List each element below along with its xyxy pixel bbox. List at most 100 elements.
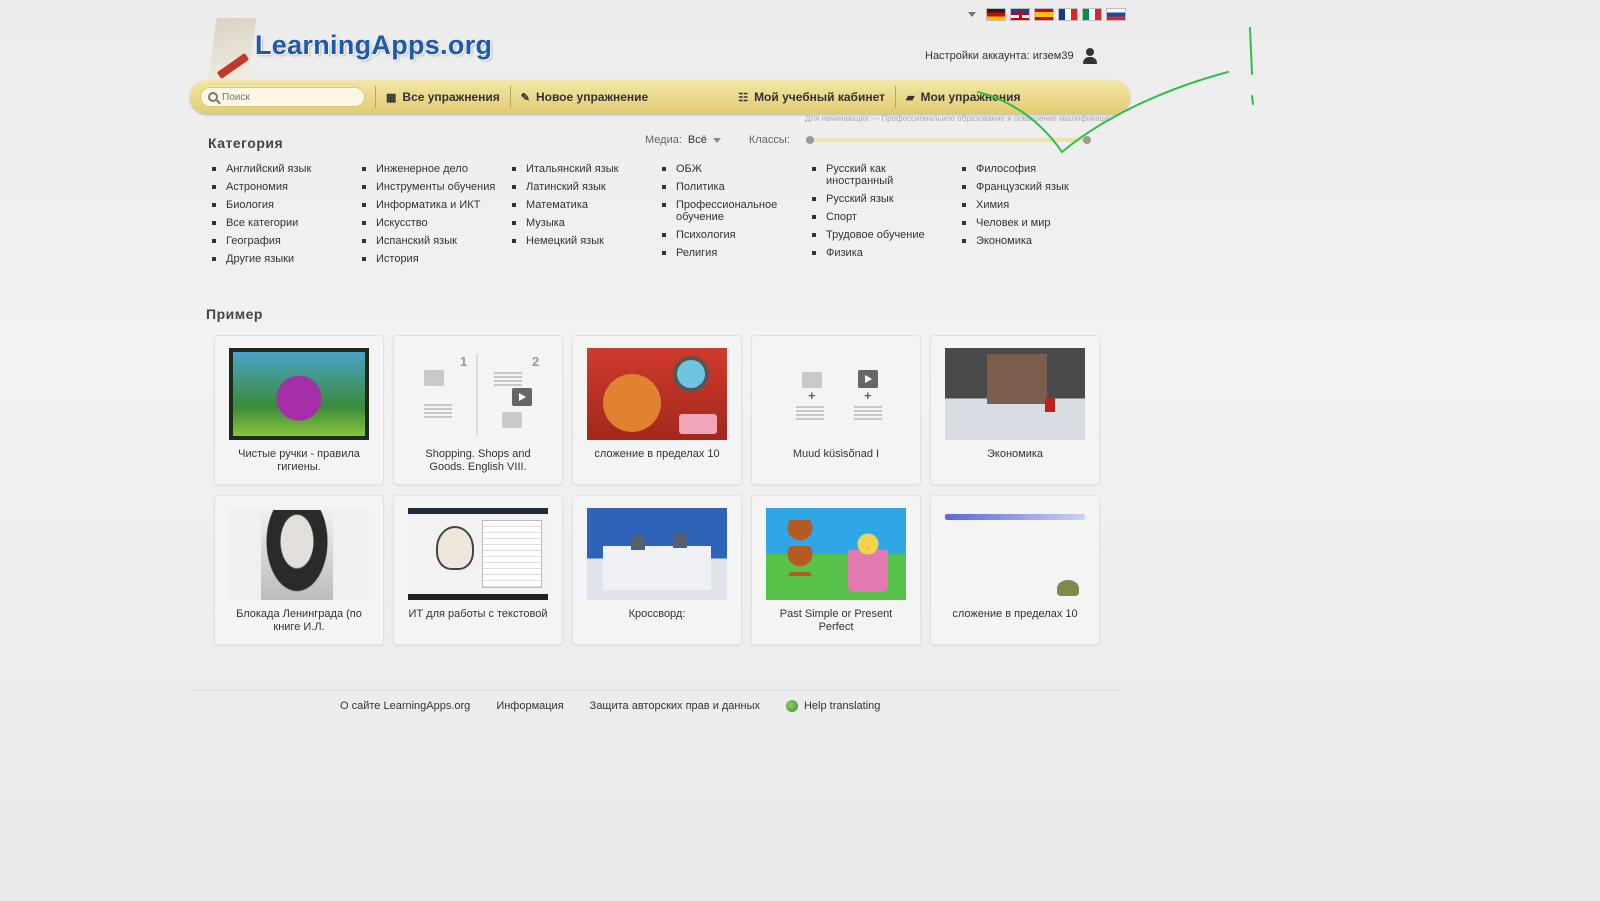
example-card[interactable]: сложение в пределах 10 [930, 495, 1100, 645]
example-card[interactable]: + + Muud küsisõnad I [751, 335, 921, 485]
example-title: ИТ для работы с текстовой [408, 608, 548, 620]
example-card[interactable]: 1 2 Shopping. Shops and Goods. English V… [393, 335, 563, 485]
example-card[interactable]: Чистые ручки - правила гигиены. [214, 335, 384, 485]
category-item[interactable]: География [210, 235, 350, 247]
category-item[interactable]: Биология [210, 199, 350, 211]
footer-help-translating[interactable]: Help translating [785, 700, 881, 713]
category-item[interactable]: Математика [510, 199, 650, 211]
example-card[interactable]: Кроссворд: [572, 495, 742, 645]
footer-about-link[interactable]: О сайте LearningApps.org [340, 700, 470, 712]
search-box[interactable] [200, 87, 365, 107]
category-item[interactable]: Искусство [360, 217, 500, 229]
example-card[interactable]: Блокада Ленинграда (по книге И.Л. [214, 495, 384, 645]
category-column: ОБЖ Политика Профессиональное обучение П… [660, 163, 810, 271]
example-thumbnail [945, 508, 1085, 600]
user-icon[interactable] [1082, 48, 1098, 64]
grades-slider[interactable] [805, 136, 1091, 144]
category-item[interactable]: Музыка [510, 217, 650, 229]
category-item[interactable]: Французский язык [960, 181, 1100, 193]
site-logo[interactable]: LearningApps.org [200, 18, 500, 88]
media-filter-value[interactable]: Всё [688, 134, 707, 146]
flag-fr-icon[interactable] [1058, 8, 1078, 21]
category-item[interactable]: Инженерное дело [360, 163, 500, 175]
nav-my-classroom[interactable]: ☷ Мой учебный кабинет [738, 90, 885, 104]
category-item[interactable]: Трудовое обучение [810, 229, 950, 241]
media-filter-label: Медиа: [645, 134, 682, 146]
nav-my-exercises[interactable]: ▰ Мои упражнения [906, 90, 1021, 104]
list-icon: ☷ [738, 91, 749, 104]
category-item[interactable]: Химия [960, 199, 1100, 211]
image-placeholder-icon [502, 412, 522, 428]
category-item[interactable]: Экономика [960, 235, 1100, 247]
image-placeholder-icon [424, 370, 444, 386]
media-dropdown-icon[interactable] [712, 137, 721, 143]
category-item[interactable]: Человек и мир [960, 217, 1100, 229]
category-item[interactable]: Русский язык [810, 193, 950, 205]
category-heading: Категория [208, 135, 284, 151]
category-column: Итальянский язык Латинский язык Математи… [510, 163, 660, 271]
flag-it-icon[interactable] [1082, 8, 1102, 21]
example-thumbnail: + + [766, 348, 906, 440]
category-item[interactable]: Английский язык [210, 163, 350, 175]
example-card[interactable]: сложение в пределах 10 [572, 335, 742, 485]
grades-slider-max-handle[interactable] [1082, 136, 1091, 144]
flag-de-icon[interactable] [986, 8, 1006, 21]
category-item[interactable]: Инструменты обучения [360, 181, 500, 193]
nav-all-exercises-label: Все упражнения [402, 90, 500, 104]
example-thumbnail [766, 508, 906, 600]
category-item[interactable]: Физика [810, 247, 950, 259]
category-item[interactable]: Психология [660, 229, 800, 241]
nav-all-exercises[interactable]: ▦ Все упражнения [386, 90, 500, 104]
category-item[interactable]: Астрономия [210, 181, 350, 193]
example-card[interactable]: Past Simple or Present Perfect [751, 495, 921, 645]
category-item[interactable]: ОБЖ [660, 163, 800, 175]
grid-icon: ▦ [386, 91, 397, 104]
nav-new-exercise[interactable]: ✎ Новое упражнение [521, 90, 648, 104]
category-item[interactable]: Профессиональное обучение [660, 199, 800, 223]
category-item[interactable]: Политика [660, 181, 800, 193]
example-title: сложение в пределах 10 [594, 448, 720, 460]
example-card[interactable]: ИТ для работы с текстовой [393, 495, 563, 645]
video-placeholder-icon [512, 388, 532, 406]
category-item[interactable]: Все категории [210, 217, 350, 229]
flag-ru-icon[interactable] [1106, 8, 1126, 21]
category-item[interactable]: Русский как иностранный [810, 163, 950, 187]
account-settings[interactable]: Настройки аккаунта: игзем39 [925, 48, 1098, 64]
example-thumbnail [229, 508, 369, 600]
category-item[interactable]: Латинский язык [510, 181, 650, 193]
category-item[interactable]: Спорт [810, 211, 950, 223]
step-one-icon: 1 [460, 354, 468, 369]
footer: О сайте LearningApps.org Информация Защи… [340, 700, 881, 713]
step-two-icon: 2 [532, 354, 540, 369]
category-item[interactable]: Испанский язык [360, 235, 500, 247]
category-item[interactable]: Итальянский язык [510, 163, 650, 175]
search-icon [208, 92, 218, 102]
example-title: Past Simple or Present Perfect [779, 608, 893, 633]
account-label[interactable]: Настройки аккаунта: игзем39 [925, 50, 1074, 62]
grades-slider-min-handle[interactable] [805, 136, 814, 144]
flag-es-icon[interactable] [1034, 8, 1054, 21]
examples-heading: Пример [206, 306, 263, 322]
grades-slider-track [805, 138, 1091, 142]
example-card[interactable]: Экономика [930, 335, 1100, 485]
level-scale-caption: Для начинающих — Профессиональное образо… [805, 114, 1114, 123]
footer-privacy-link[interactable]: Защита авторских прав и данных [590, 700, 760, 712]
category-item[interactable]: Философия [960, 163, 1100, 175]
language-dropdown-icon[interactable] [968, 12, 976, 17]
footer-help-translating-label: Help translating [803, 700, 881, 712]
category-item[interactable]: История [360, 253, 500, 265]
page: LearningApps.org Настройки аккаунта: игз… [190, 0, 1150, 901]
footer-info-link[interactable]: Информация [496, 700, 563, 712]
grades-filter-label: Классы: [748, 134, 790, 146]
video-placeholder-icon [858, 370, 878, 388]
search-input[interactable] [222, 91, 352, 103]
example-title: Блокада Ленинграда (по книге И.Л. [236, 608, 362, 633]
category-item[interactable]: Другие языки [210, 253, 350, 265]
category-item[interactable]: Информатика и ИКТ [360, 199, 500, 211]
category-item[interactable]: Немецкий язык [510, 235, 650, 247]
example-thumbnail [408, 508, 548, 600]
plus-icon: + [864, 388, 872, 403]
flag-en-icon[interactable] [1010, 8, 1030, 21]
category-item[interactable]: Религия [660, 247, 800, 259]
pencil-icon: ✎ [520, 91, 530, 104]
